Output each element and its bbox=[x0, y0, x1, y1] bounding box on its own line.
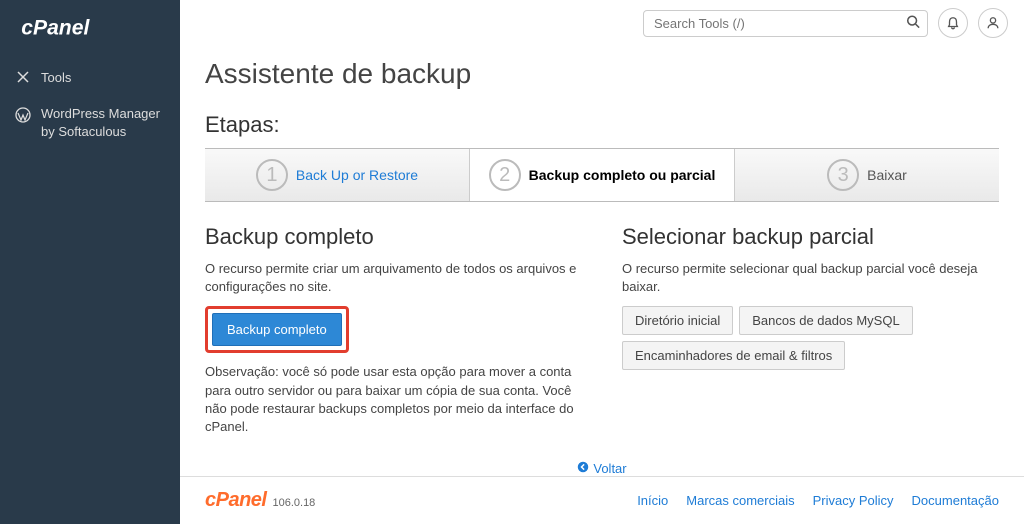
footer-link-trademarks[interactable]: Marcas comerciais bbox=[686, 493, 794, 508]
partial-backup-column: Selecionar backup parcial O recurso perm… bbox=[622, 224, 999, 436]
highlight-annotation: Backup completo bbox=[205, 306, 349, 353]
sidebar: cPanel Tools WordPress Manager by Softac… bbox=[0, 0, 180, 524]
notifications-button[interactable] bbox=[938, 8, 968, 38]
footer-version: 106.0.18 bbox=[272, 497, 315, 509]
partial-backup-description: O recurso permite selecionar qual backup… bbox=[622, 260, 999, 296]
step-3[interactable]: 3 Baixar bbox=[735, 149, 999, 201]
step-label: Backup completo ou parcial bbox=[529, 167, 716, 183]
footer: cPanel 106.0.18 Início Marcas comerciais… bbox=[180, 476, 1024, 524]
svg-text:cPanel: cPanel bbox=[21, 17, 90, 40]
step-number: 1 bbox=[256, 159, 288, 191]
footer-link-privacy[interactable]: Privacy Policy bbox=[813, 493, 894, 508]
partial-option-mysql[interactable]: Bancos de dados MySQL bbox=[739, 306, 912, 335]
full-backup-column: Backup completo O recurso permite criar … bbox=[205, 224, 582, 436]
search-input[interactable] bbox=[643, 10, 928, 37]
tools-icon bbox=[15, 69, 31, 85]
sidebar-item-label: Tools bbox=[41, 70, 71, 85]
cpanel-logo[interactable]: cPanel bbox=[0, 10, 180, 59]
sidebar-item-label: WordPress Manager by Softaculous bbox=[41, 105, 165, 141]
footer-logo[interactable]: cPanel bbox=[205, 489, 266, 512]
user-button[interactable] bbox=[978, 8, 1008, 38]
footer-link-docs[interactable]: Documentação bbox=[912, 493, 999, 508]
sidebar-item-wordpress[interactable]: WordPress Manager by Softaculous bbox=[0, 95, 180, 151]
step-2[interactable]: 2 Backup completo ou parcial bbox=[470, 149, 735, 201]
full-backup-heading: Backup completo bbox=[205, 224, 582, 250]
steps-bar: 1 Back Up or Restore 2 Backup completo o… bbox=[205, 148, 999, 202]
footer-link-home[interactable]: Início bbox=[637, 493, 668, 508]
back-link-label: Voltar bbox=[593, 461, 626, 476]
full-backup-description: O recurso permite criar um arquivamento … bbox=[205, 260, 582, 296]
full-backup-note: Observação: você só pode usar esta opção… bbox=[205, 363, 582, 436]
step-number: 2 bbox=[489, 159, 521, 191]
back-arrow-icon bbox=[577, 461, 589, 476]
partial-option-email-forwarders[interactable]: Encaminhadores de email & filtros bbox=[622, 341, 845, 370]
steps-label: Etapas: bbox=[205, 112, 999, 138]
full-backup-button[interactable]: Backup completo bbox=[212, 313, 342, 346]
back-link[interactable]: Voltar bbox=[577, 461, 626, 476]
sidebar-item-tools[interactable]: Tools bbox=[0, 59, 180, 95]
step-label: Baixar bbox=[867, 167, 907, 183]
search-icon[interactable] bbox=[906, 15, 920, 32]
wordpress-icon bbox=[15, 107, 31, 123]
partial-backup-heading: Selecionar backup parcial bbox=[622, 224, 999, 250]
back-link-wrap: Voltar bbox=[205, 460, 999, 476]
step-number: 3 bbox=[827, 159, 859, 191]
search-wrap bbox=[643, 10, 928, 37]
page-title: Assistente de backup bbox=[205, 58, 999, 90]
step-label: Back Up or Restore bbox=[296, 167, 418, 183]
partial-option-home-dir[interactable]: Diretório inicial bbox=[622, 306, 733, 335]
step-1[interactable]: 1 Back Up or Restore bbox=[205, 149, 470, 201]
topbar bbox=[180, 0, 1024, 46]
